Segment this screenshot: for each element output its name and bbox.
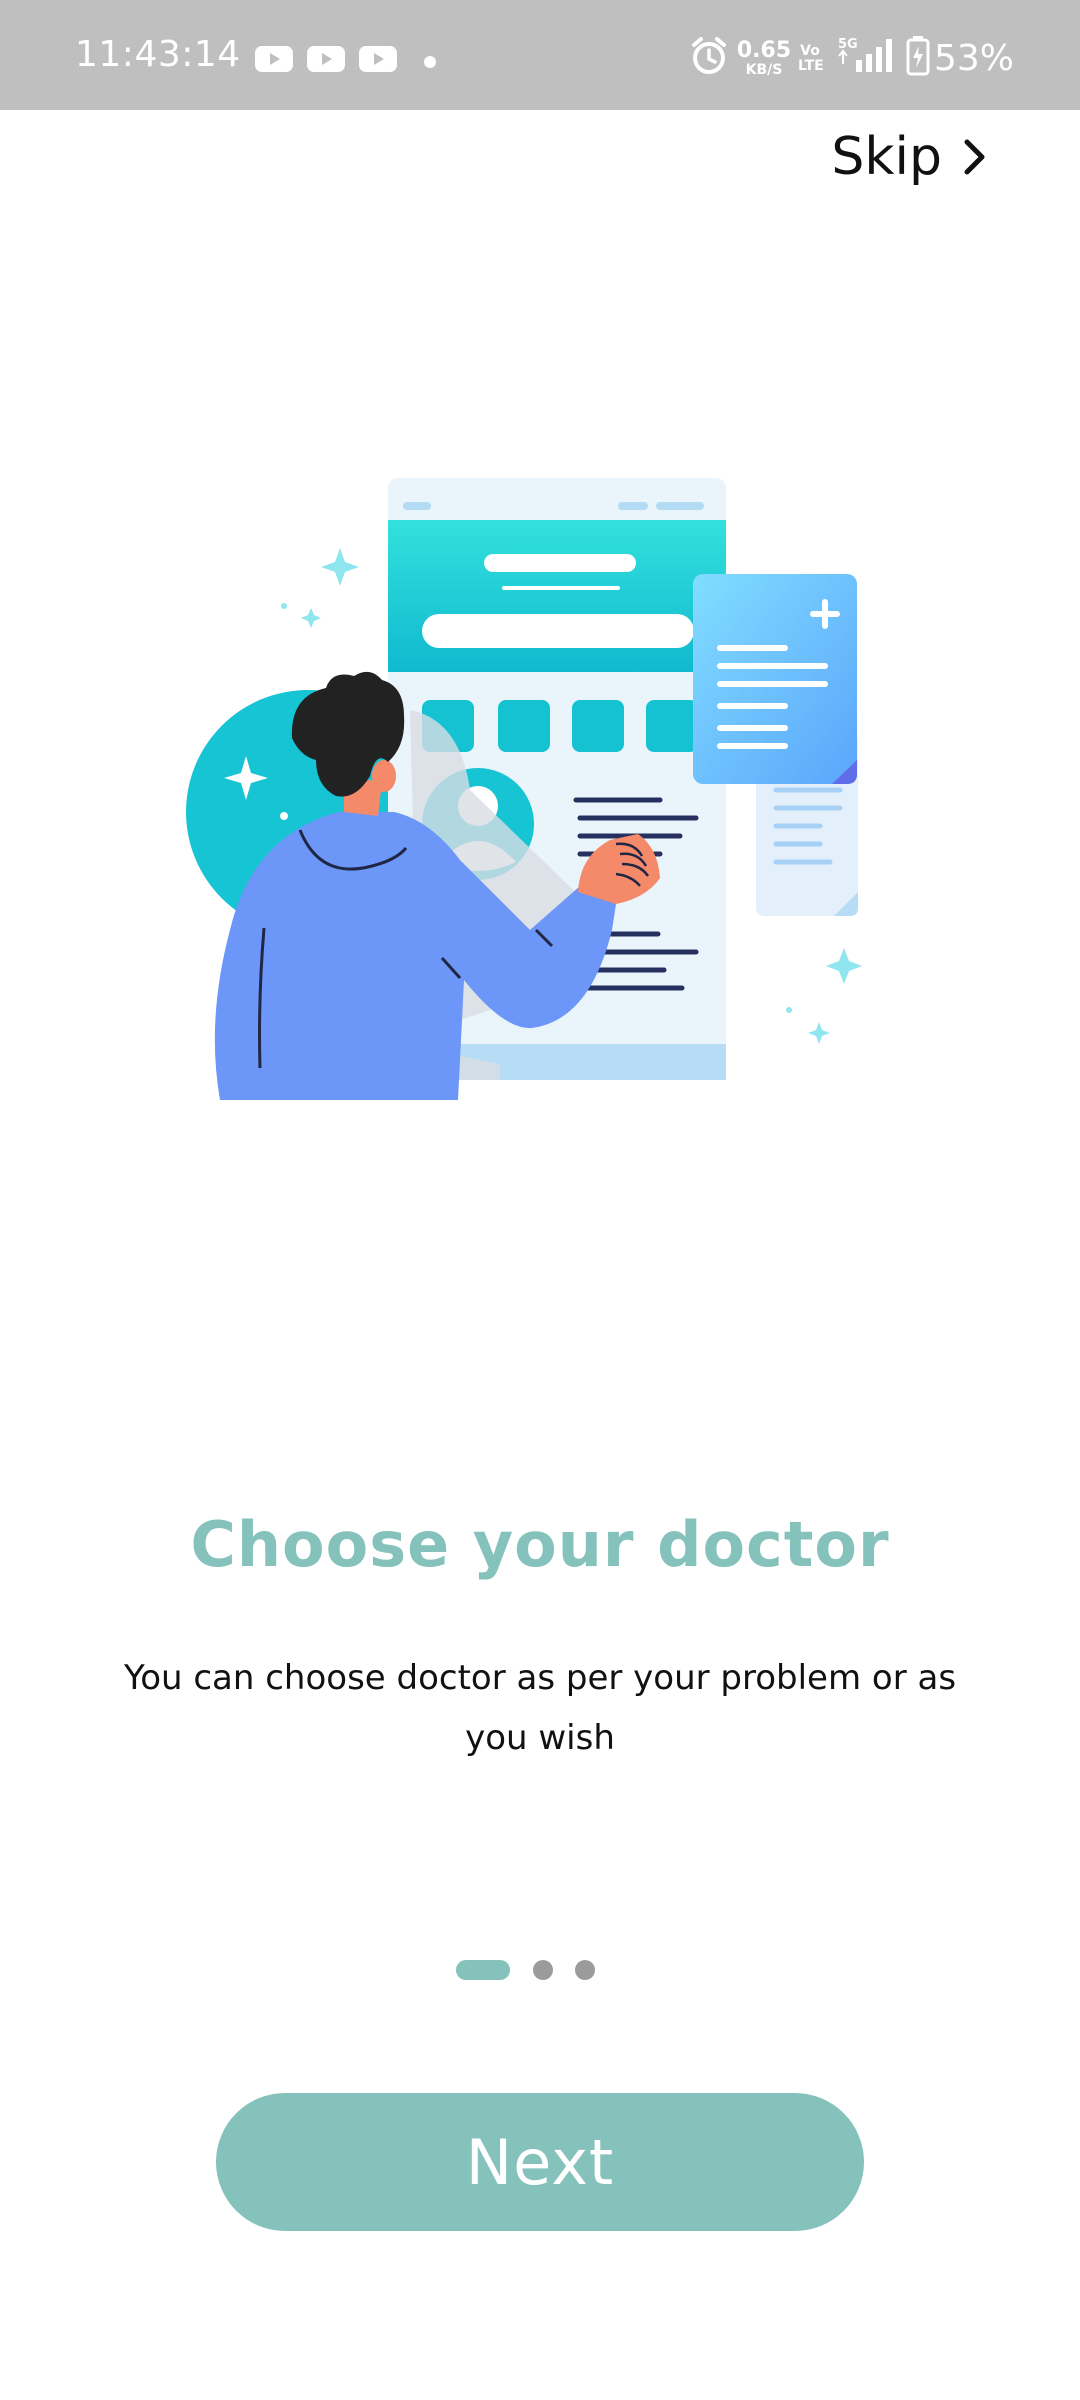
page-dot-active xyxy=(456,1960,510,1980)
network-speed: 0.65 KB/S xyxy=(734,38,794,78)
page-indicator xyxy=(0,1960,1080,1980)
status-bar: 11:43:14 0.65 KB/S Vo LTE 5G 53% xyxy=(0,0,1080,110)
status-time: 11:43:14 xyxy=(75,34,241,75)
page-dot xyxy=(533,1960,553,1980)
onboarding-description: You can choose doctor as per your proble… xyxy=(123,1658,957,1758)
doctor-selection-illustration xyxy=(186,478,862,1100)
youtube-icon xyxy=(307,46,345,72)
next-button-label: Next xyxy=(465,2125,615,2199)
battery-percent: 53% xyxy=(934,38,1015,79)
battery-charging-icon xyxy=(906,36,930,76)
medical-document xyxy=(693,574,857,784)
chevron-right-icon xyxy=(964,139,985,175)
alarm-icon xyxy=(692,37,726,74)
onboarding-screen: 11:43:14 0.65 KB/S Vo LTE 5G 53% Skip Ch… xyxy=(0,0,1080,2400)
network-speed-unit: KB/S xyxy=(745,62,783,78)
volte-indicator: Vo LTE xyxy=(798,43,824,74)
skip-label: Skip xyxy=(831,127,942,187)
network-type-label: 5G xyxy=(838,37,858,52)
signal-icon: 5G xyxy=(838,37,892,72)
youtube-icon xyxy=(255,46,293,72)
youtube-icon xyxy=(359,46,397,72)
notification-dot xyxy=(424,56,436,68)
page-dot xyxy=(575,1960,595,1980)
skip-button[interactable]: Skip xyxy=(831,122,988,192)
onboarding-title: Choose your doctor xyxy=(190,1508,890,1581)
volte-top: Vo xyxy=(800,43,820,59)
next-button[interactable]: Next xyxy=(216,2093,864,2231)
network-speed-value: 0.65 xyxy=(736,38,792,63)
volte-bottom: LTE xyxy=(798,57,824,74)
